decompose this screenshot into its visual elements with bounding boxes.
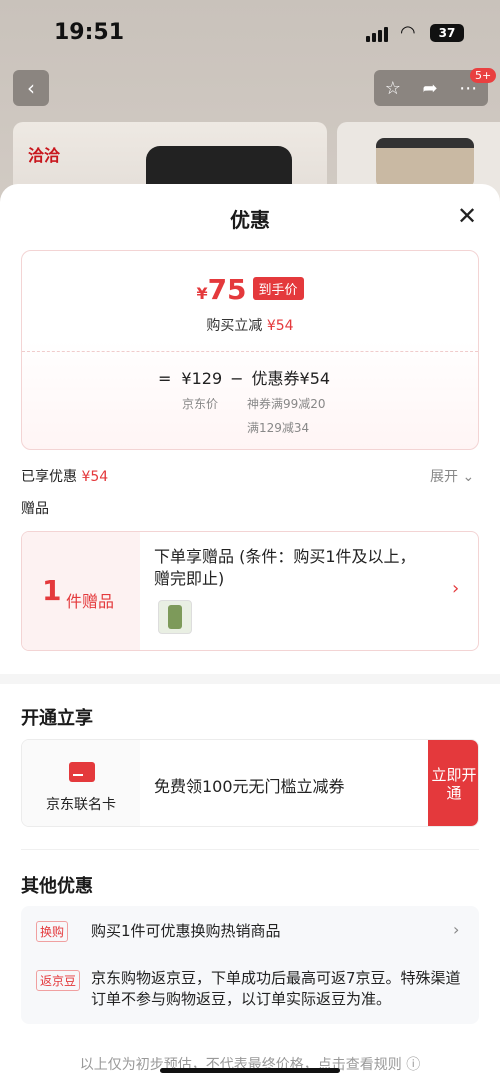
gift-description: 下单享赠品 (条件：购买1件及以上，赠完即止) <box>154 547 416 588</box>
notification-badge: 5+ <box>470 68 497 83</box>
card-offer-text: 免费领100元无门槛立减券 <box>154 777 345 796</box>
other-offers-title: 其他优惠 <box>21 876 93 897</box>
status-bar: 19:51 ◠ 37 <box>0 0 500 64</box>
reduce-line: 购买立减 ¥54 <box>22 315 478 335</box>
chevron-right-icon[interactable]: › <box>453 920 459 939</box>
brand-logo: 洽洽 <box>28 146 61 165</box>
product-jar-image <box>146 146 292 186</box>
product-jar-image-2 <box>376 138 474 188</box>
open-card-button[interactable]: 立即开通 <box>428 740 478 826</box>
minus-sign: − <box>230 369 244 388</box>
equals-sign: = <box>158 369 172 388</box>
status-time: 19:51 <box>54 20 125 45</box>
enjoyed-label: 已享优惠 <box>21 469 77 485</box>
reduce-label: 购买立减 <box>206 318 263 334</box>
coupon-amount: 优惠券¥54 <box>251 369 331 388</box>
price-calculation: = ¥129− 优惠券¥54 <box>158 365 330 389</box>
coupon-detail-2: 满129减34 <box>247 421 310 435</box>
dashed-divider <box>22 351 478 352</box>
back-button[interactable]: ‹ <box>13 70 49 106</box>
gift-product-image <box>158 600 192 634</box>
card-name: 京东联名卡 <box>46 797 116 813</box>
reduce-amount: ¥54 <box>266 318 294 334</box>
wifi-icon: ◠ <box>400 22 416 43</box>
battery-icon: 37 <box>430 24 464 42</box>
expand-button[interactable]: 展开 ⌄ <box>430 466 474 486</box>
price-breakdown-box: ¥75 到手价 购买立减 ¥54 = ¥129− 优惠券¥54 京东价 神券满99减2… <box>21 250 479 450</box>
section-separator <box>0 674 500 684</box>
membership-title: 开通立享 <box>21 708 93 729</box>
final-price-row: ¥75 到手价 <box>22 273 478 306</box>
co-brand-card-offer: 京东联名卡 免费领100元无门槛立减券 立即开通 <box>21 739 479 827</box>
gifts-title: 赠品 <box>21 501 49 517</box>
share-icon[interactable]: ➦ <box>423 78 438 99</box>
credit-card-icon <box>69 762 95 782</box>
jd-beans-text: 京东购物返京豆，下单成功后最高可返7京豆。特殊渠道订单不参与购物返豆，以订单实际… <box>91 969 461 1008</box>
jd-price: ¥129 <box>181 369 223 388</box>
expand-label: 展开 <box>430 469 458 485</box>
final-price-tag: 到手价 <box>252 277 304 300</box>
thin-divider <box>21 849 479 850</box>
close-icon[interactable]: ✕ <box>454 202 480 230</box>
other-offers-box: 换购 购买1件可优惠换购热销商品 › 返京豆 京东购物返京豆，下单成功后最高可返… <box>21 906 479 1024</box>
jd-beans-tag: 返京豆 <box>36 970 81 991</box>
sheet-title: 优惠 <box>230 208 270 232</box>
coupon-detail-1: 神券满99减20 <box>247 397 326 411</box>
star-icon[interactable]: ☆ <box>385 78 401 99</box>
chevron-right-icon: › <box>452 578 460 599</box>
enjoyed-amount: ¥54 <box>81 469 109 485</box>
gift-unit: 件赠品 <box>66 592 115 611</box>
chevron-down-icon: ⌄ <box>462 469 475 485</box>
trade-in-text[interactable]: 购买1件可优惠换购热销商品 <box>91 920 281 941</box>
enjoyed-discount: 已享优惠 ¥54 <box>21 466 108 486</box>
gift-card[interactable]: 1 件赠品 下单享赠品 (条件：购买1件及以上，赠完即止) › <box>21 531 479 651</box>
signal-icon <box>366 27 388 42</box>
home-indicator[interactable] <box>160 1068 340 1073</box>
jd-price-label: 京东价 <box>182 397 219 411</box>
gift-count: 1 <box>42 574 62 607</box>
final-price: 75 <box>207 273 247 306</box>
trade-in-tag: 换购 <box>36 921 69 942</box>
discount-sheet: 优惠 ✕ ¥75 到手价 购买立减 ¥54 = ¥129− 优惠券¥54 京东价 神券… <box>0 184 500 1082</box>
currency-symbol: ¥ <box>196 284 208 303</box>
